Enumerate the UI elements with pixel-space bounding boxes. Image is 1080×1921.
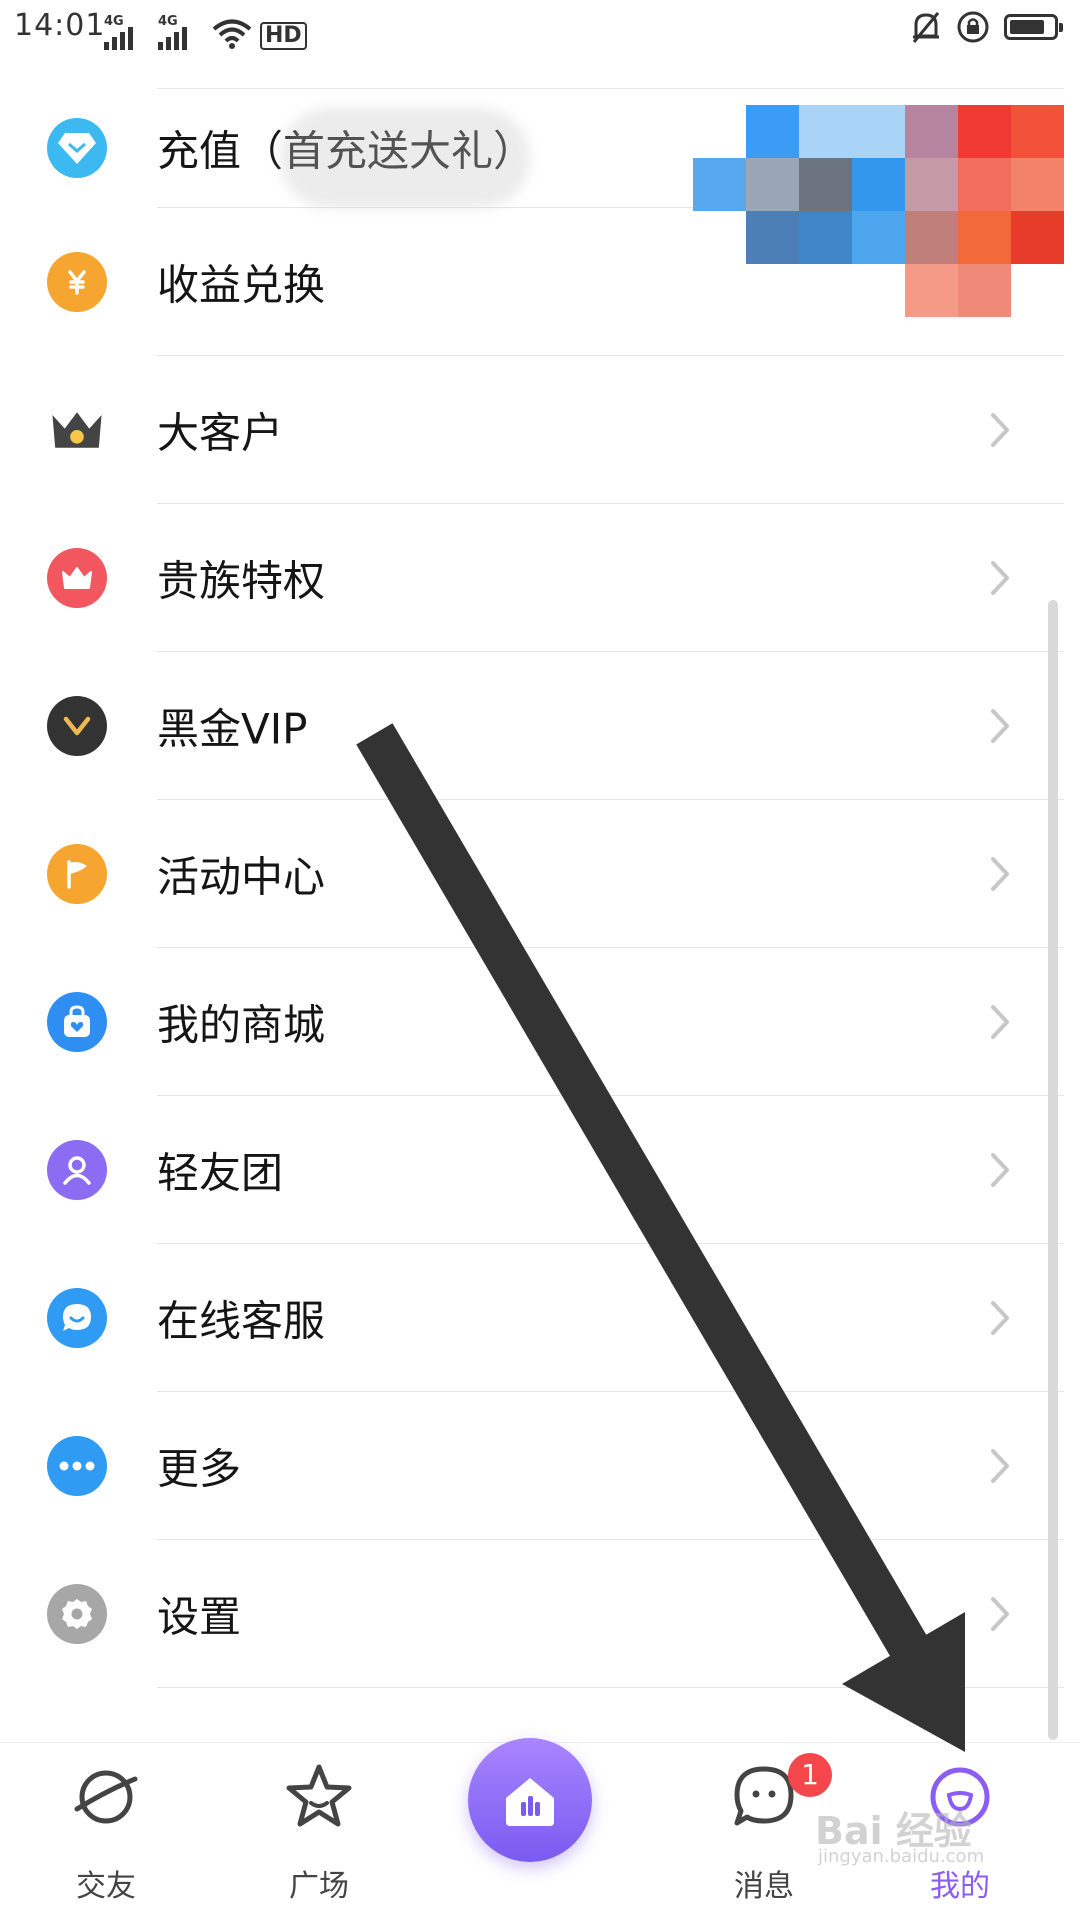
center-home-button[interactable] — [468, 1738, 592, 1862]
menu-item-5[interactable]: 黑金VIP — [0, 652, 1064, 800]
mosaic-tile — [852, 105, 905, 158]
watermark-url: jingyan.baidu.com — [818, 1846, 985, 1867]
menu-item-3[interactable]: 大客户 — [0, 356, 1064, 504]
chevron-right-icon — [991, 1153, 1009, 1187]
signal-icon: 4G — [158, 14, 204, 50]
home-center-icon — [506, 1778, 554, 1826]
unread-badge: 1 — [788, 1753, 832, 1797]
divider — [157, 1687, 1064, 1688]
menu-item-label: 设置 — [157, 1592, 242, 1642]
mosaic-tile — [958, 105, 1011, 158]
menu-item-label: 活动中心 — [157, 852, 326, 902]
mosaic-tile — [693, 158, 746, 211]
chevron-right-icon — [991, 413, 1009, 447]
menu-item-11[interactable]: 设置 — [0, 1540, 1064, 1688]
yuan-coin-icon — [47, 252, 107, 312]
mosaic-tile — [746, 105, 799, 158]
pixelated-mosaic-overlay — [690, 105, 1064, 317]
mosaic-tile — [1011, 105, 1064, 158]
mosaic-tile — [905, 264, 958, 317]
vip-v-icon — [47, 696, 107, 756]
battery-level — [1010, 20, 1044, 34]
mosaic-tile — [799, 211, 852, 264]
rotation-lock-icon — [957, 11, 989, 43]
nav-tab-messages[interactable]: 1 消息 — [694, 1743, 834, 1921]
status-time: 14:01 — [14, 8, 106, 43]
mosaic-tile — [958, 158, 1011, 211]
menu-item-10[interactable]: 更多 — [0, 1392, 1064, 1540]
mosaic-tile — [905, 211, 958, 264]
mosaic-tile — [958, 264, 1011, 317]
flag-icon — [47, 844, 107, 904]
menu-item-label: 更多 — [157, 1444, 242, 1494]
settings-menu-list: 充值（首充送大礼） 收益兑换 大客户 贵族特权 黑金VIP 活动中心 我的商城 轻友团 在线客服… — [0, 88, 1064, 1688]
diamond-icon — [47, 118, 107, 178]
menu-item-6[interactable]: 活动中心 — [0, 800, 1064, 948]
mosaic-tile — [746, 158, 799, 211]
mosaic-tile — [1011, 158, 1064, 211]
menu-item-4[interactable]: 贵族特权 — [0, 504, 1064, 652]
nav-label: 交友 — [76, 1869, 136, 1904]
bell-muted-icon — [912, 12, 940, 43]
hd-voice-icon: HD — [260, 22, 307, 50]
status-bar: 14:01 4G 4G HD — [0, 0, 1080, 62]
chevron-right-icon — [991, 1449, 1009, 1483]
blur-overlay — [280, 108, 530, 208]
chat-bubble-icon — [47, 1288, 107, 1348]
status-signal-group: 4G 4G HD — [104, 10, 307, 50]
menu-item-label: 贵族特权 — [157, 556, 326, 606]
mosaic-tile — [852, 158, 905, 211]
crown-dark-icon — [47, 400, 107, 460]
nav-label: 广场 — [289, 1869, 349, 1904]
chevron-right-icon — [991, 1597, 1009, 1631]
chevron-right-icon — [991, 1301, 1009, 1335]
mosaic-tile — [905, 158, 958, 211]
star-icon — [286, 1764, 352, 1827]
mosaic-tile — [799, 105, 852, 158]
mosaic-tile — [905, 105, 958, 158]
status-right-group — [910, 10, 1063, 44]
nav-tab-friends[interactable]: 交友 — [36, 1743, 176, 1921]
scrollbar[interactable] — [1048, 600, 1058, 1740]
chevron-right-icon — [991, 561, 1009, 595]
battery-icon — [1004, 14, 1063, 40]
menu-item-label: 我的商城 — [157, 1000, 326, 1050]
mosaic-tile — [746, 211, 799, 264]
mosaic-tile — [958, 211, 1011, 264]
menu-item-7[interactable]: 我的商城 — [0, 948, 1064, 1096]
menu-item-label: 大客户 — [157, 408, 284, 458]
chevron-right-icon — [991, 1005, 1009, 1039]
crown-icon — [47, 548, 107, 608]
signal-icon: 4G — [104, 14, 150, 50]
nav-label: 消息 — [734, 1869, 794, 1904]
user-icon — [47, 1140, 107, 1200]
chevron-right-icon — [991, 709, 1009, 743]
menu-item-label: 在线客服 — [157, 1296, 326, 1346]
menu-item-9[interactable]: 在线客服 — [0, 1244, 1064, 1392]
nav-tab-square[interactable]: 广场 — [249, 1743, 389, 1921]
gear-icon — [47, 1584, 107, 1644]
planet-icon — [74, 1770, 138, 1824]
wifi-icon — [212, 19, 252, 49]
mosaic-tile — [852, 211, 905, 264]
menu-item-label: 轻友团 — [157, 1148, 284, 1198]
menu-item-8[interactable]: 轻友团 — [0, 1096, 1064, 1244]
menu-item-label: 收益兑换 — [157, 260, 326, 310]
nav-label: 我的 — [930, 1869, 990, 1904]
shopping-bag-icon — [47, 992, 107, 1052]
chevron-right-icon — [991, 857, 1009, 891]
menu-item-label: 黑金VIP — [157, 704, 308, 754]
more-dots-icon — [47, 1436, 107, 1496]
mosaic-tile — [1011, 211, 1064, 264]
mosaic-tile — [799, 158, 852, 211]
